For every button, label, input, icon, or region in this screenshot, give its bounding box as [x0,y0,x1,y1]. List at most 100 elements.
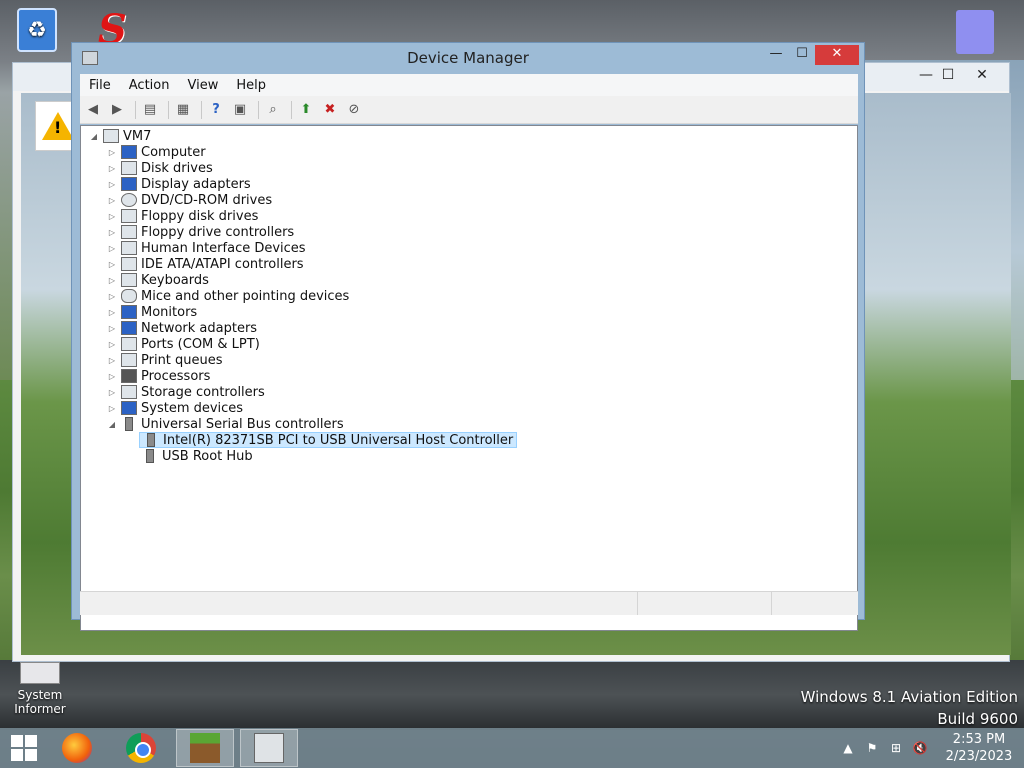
tree-item-processors[interactable]: ▷ Processors [107,368,210,384]
expand-arrow-icon[interactable]: ▷ [107,228,117,237]
tree-item-display-adapters[interactable]: ▷ Display adapters [107,176,251,192]
volume-muted-icon[interactable]: 🔇 [910,741,930,755]
storage-controller-icon [121,385,137,399]
menu-file[interactable]: File [80,78,120,93]
tree-item-label: DVD/CD-ROM drives [141,192,273,208]
system-informer-icon [20,662,60,684]
floppy-disk-icon [121,209,137,223]
taskbar: ▲ ⚑ ⊞ 🔇 2:53 PM 2/23/2023 [0,728,1024,768]
expand-arrow-icon[interactable]: ▷ [107,180,117,189]
expand-arrow-icon[interactable]: ▷ [107,244,117,253]
tree-item-mice[interactable]: ▷ Mice and other pointing devices [107,288,349,304]
tree-root-label: VM7 [123,128,152,144]
monitor-icon [121,305,137,319]
desktop-icon-system-informer[interactable]: System Informer [8,662,72,716]
scan-hardware-icon[interactable]: ⌕ [263,101,283,119]
back-arrow-icon[interactable]: ◀ [83,101,103,119]
desktop-icon-recycle-bin[interactable]: ♻ [4,8,70,52]
tree-item-print-queues[interactable]: ▷ Print queues [107,352,223,368]
tree-item-floppy-disk-drives[interactable]: ▷ Floppy disk drives [107,208,258,224]
tree-item-system-devices[interactable]: ▷ System devices [107,400,243,416]
recycle-bin-icon: ♻ [17,8,57,52]
expand-arrow-icon[interactable]: ▷ [107,196,117,205]
expand-arrow-icon[interactable]: ▷ [107,372,117,381]
desktop-icon-modules[interactable] [956,10,994,54]
network-icon[interactable]: ⊞ [886,741,906,755]
chrome-icon [126,733,156,763]
watermark-edition: Windows 8.1 Aviation Edition [800,688,1018,706]
expand-arrow-icon[interactable]: ▷ [107,340,117,349]
warning-icon: ! [42,112,74,140]
toolbar-separator [258,100,259,119]
expand-arrow-icon[interactable]: ▷ [107,404,117,413]
tree-item-network-adapters[interactable]: ▷ Network adapters [107,320,257,336]
os-watermark: Windows 8.1 Aviation Edition Build 9600 [801,686,1018,730]
tree-item-ide-controllers[interactable]: ▷ IDE ATA/ATAPI controllers [107,256,304,272]
background-close-button[interactable]: ✕ [967,67,997,83]
display-adapter-icon [121,177,137,191]
tree-item-disk-drives[interactable]: ▷ Disk drives [107,160,213,176]
expand-arrow-icon[interactable]: ▷ [107,148,117,157]
device-manager-titlebar[interactable]: Device Manager — ☐ ✕ [72,43,864,75]
uninstall-device-icon[interactable]: ✖ [320,101,340,119]
device-tree[interactable]: ◢ VM7 ▷ Computer ▷ Disk drives ▷ Display ad… [80,125,858,631]
expand-arrow-icon[interactable]: ▷ [107,356,117,365]
tree-item-monitors[interactable]: ▷ Monitors [107,304,197,320]
device-manager-window[interactable]: Device Manager — ☐ ✕ File Action View He… [71,42,865,631]
tree-item-dvd-cdrom-drives[interactable]: ▷ DVD/CD-ROM drives [107,192,272,208]
tree-item-computer[interactable]: ▷ Computer [107,144,206,160]
taskbar-device-manager[interactable] [240,729,298,767]
expand-arrow-icon[interactable]: ▷ [107,308,117,317]
show-hide-console-tree-icon[interactable]: ▤ [140,101,160,119]
expand-arrow-icon[interactable]: ▷ [107,276,117,285]
tree-item-human-interface-devices[interactable]: ▷ Human Interface Devices [107,240,306,256]
tree-item-label: Monitors [141,304,198,320]
tree-item-ports[interactable]: ▷ Ports (COM & LPT) [107,336,260,352]
tree-item-label: Display adapters [141,176,251,192]
menu-action[interactable]: Action [120,78,179,93]
expand-arrow-icon[interactable]: ▷ [107,164,117,173]
update-driver-icon[interactable]: ⬆ [296,101,316,119]
taskbar-firefox[interactable] [48,729,106,767]
ide-controller-icon [121,257,137,271]
tree-item-label: Network adapters [141,320,258,336]
tree-item-usb-root-hub[interactable]: USB Root Hub [142,448,253,464]
watermark-build: Build 9600 [937,710,1018,728]
firefox-icon [62,733,92,763]
show-hidden-icons-icon[interactable]: ▲ [838,741,858,755]
menu-view[interactable]: View [178,78,227,93]
properties-icon[interactable]: ▦ [173,101,193,119]
disable-device-icon[interactable]: ⊘ [344,101,364,119]
collapse-arrow-icon[interactable]: ◢ [89,132,99,141]
background-maximize-button[interactable]: ☐ [933,67,963,83]
taskbar-minecraft[interactable] [176,729,234,767]
tree-item-usb-controllers[interactable]: ◢ Universal Serial Bus controllers [107,416,344,432]
maximize-button[interactable]: ☐ [788,45,816,65]
tree-item-intel-usb-host-controller[interactable]: Intel(R) 82371SB PCI to USB Universal Ho… [139,432,518,448]
expand-arrow-icon[interactable]: ▷ [107,388,117,397]
toolbar-separator [291,100,292,119]
close-button[interactable]: ✕ [815,45,859,65]
tree-item-storage-controllers[interactable]: ▷ Storage controllers [107,384,265,400]
minimize-button[interactable]: — [762,45,790,65]
expand-arrow-icon[interactable]: ▷ [107,212,117,221]
expand-arrow-icon[interactable]: ▷ [107,260,117,269]
menu-help[interactable]: Help [227,78,275,93]
desktop-icon-label: System Informer [14,688,66,716]
expand-arrow-icon[interactable]: ▷ [107,292,117,301]
tree-root[interactable]: ◢ VM7 [89,128,151,144]
taskbar-chrome[interactable] [112,729,170,767]
collapse-arrow-icon[interactable]: ◢ [107,420,117,429]
tree-item-keyboards[interactable]: ▷ Keyboards [107,272,209,288]
clock[interactable]: 2:53 PM 2/23/2023 [934,731,1024,765]
forward-arrow-icon[interactable]: ▶ [107,101,127,119]
action-pane-icon[interactable]: ▣ [230,101,250,119]
action-center-flag-icon[interactable]: ⚑ [862,741,882,755]
mouse-icon [121,289,137,303]
start-button[interactable] [0,728,48,768]
expand-arrow-icon[interactable]: ▷ [107,324,117,333]
help-icon[interactable]: ? [206,101,226,119]
tree-item-label: System devices [141,400,244,416]
tree-item-label: Print queues [141,352,223,368]
tree-item-floppy-drive-controllers[interactable]: ▷ Floppy drive controllers [107,224,294,240]
